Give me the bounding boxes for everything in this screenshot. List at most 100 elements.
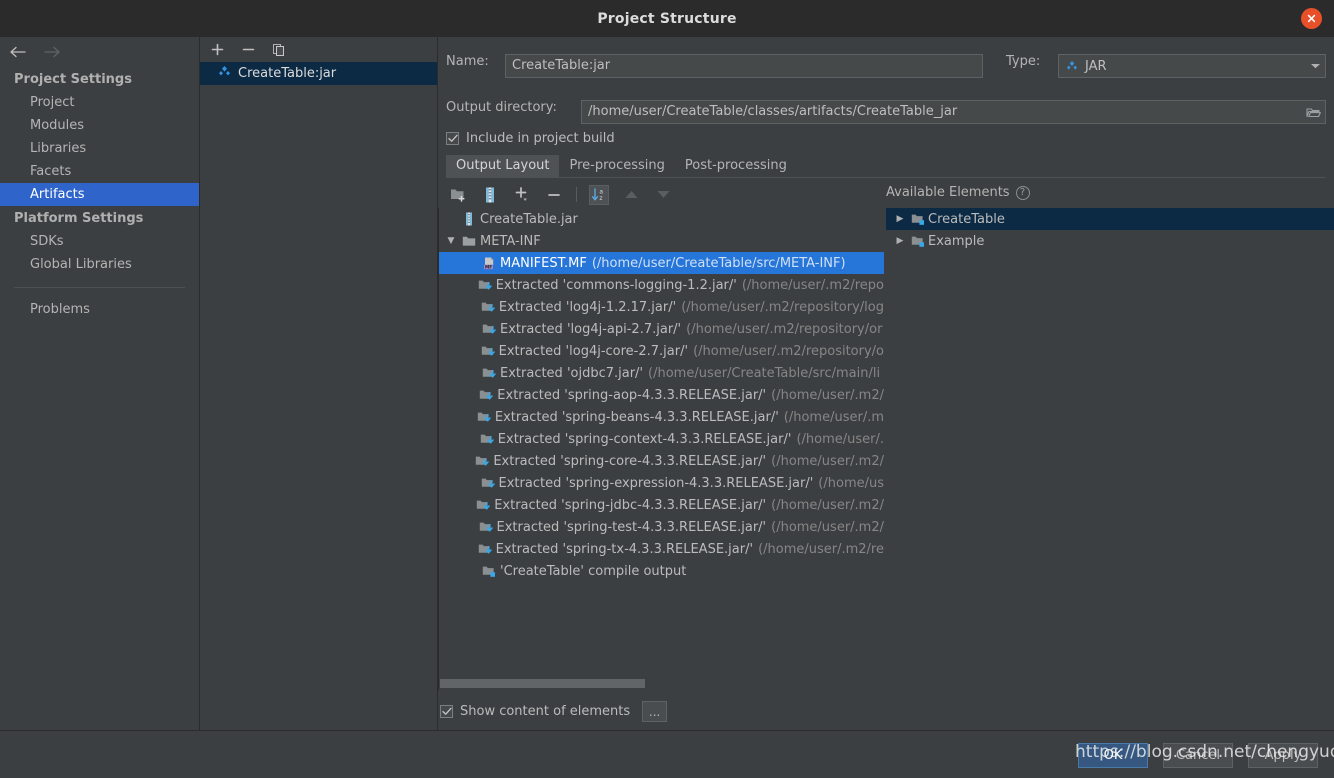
tree-row[interactable]: 'CreateTable' compile output: [439, 560, 884, 582]
plus-dropdown-icon[interactable]: [512, 185, 532, 205]
tree-row-label: 'CreateTable' compile output: [500, 563, 687, 579]
cancel-button[interactable]: Cancel: [1163, 743, 1233, 768]
tree-row[interactable]: Extracted 'spring-core-4.3.3.RELEASE.jar…: [439, 450, 884, 472]
available-element-row[interactable]: ▶ CreateTable: [886, 208, 1334, 230]
sidebar-item-problems[interactable]: Problems: [0, 298, 199, 321]
module-icon: [908, 212, 928, 226]
available-elements-tree[interactable]: ▶ CreateTable ▶ Example: [886, 208, 1334, 690]
minus-icon[interactable]: [544, 185, 564, 205]
minus-icon[interactable]: [239, 41, 257, 59]
artifacts-toolbar: [200, 37, 437, 62]
sidebar-item-artifacts[interactable]: Artifacts: [0, 183, 199, 206]
artifact-jar-icon: [218, 65, 231, 82]
name-input[interactable]: CreateTable:jar: [505, 54, 983, 78]
artifact-list-item-label: CreateTable:jar: [238, 66, 337, 81]
arrow-down-icon[interactable]: [653, 185, 673, 205]
extracted-icon: [477, 432, 497, 446]
sidebar-item-sdks[interactable]: SDKs: [0, 230, 199, 253]
navigation-arrows: [0, 37, 199, 67]
arrow-left-icon[interactable]: [8, 42, 28, 62]
chevron-down-icon: [1310, 62, 1321, 70]
tree-row-path: (/home/user/.m2/: [771, 497, 884, 513]
name-label: Name:: [446, 54, 489, 69]
tree-row[interactable]: Extracted 'spring-context-4.3.3.RELEASE.…: [439, 428, 884, 450]
tree-row[interactable]: Extracted 'spring-test-4.3.3.RELEASE.jar…: [439, 516, 884, 538]
tree-row[interactable]: CreateTable.jar: [439, 208, 884, 230]
chevron-right-icon[interactable]: ▶: [892, 236, 908, 246]
sidebar-item-global-libraries[interactable]: Global Libraries: [0, 253, 199, 276]
extracted-icon: [472, 454, 492, 468]
question-mark-icon[interactable]: ?: [1015, 185, 1030, 200]
folder-add-icon[interactable]: [448, 185, 468, 205]
ok-button[interactable]: OK: [1078, 743, 1148, 768]
extracted-icon: [473, 498, 493, 512]
plus-icon[interactable]: [208, 41, 226, 59]
tree-row-path: (/home/user/CreateTable/src/main/li: [648, 365, 881, 381]
tree-row-label: Extracted 'log4j-api-2.7.jar/': [500, 321, 682, 337]
archive-icon[interactable]: [480, 185, 500, 205]
more-options-button[interactable]: ...: [642, 701, 668, 722]
artifact-list-item[interactable]: CreateTable:jar: [200, 62, 437, 85]
tree-horizontal-scrollbar[interactable]: [440, 679, 884, 688]
chevron-down-icon[interactable]: ▼: [443, 236, 459, 246]
tree-row-path: (/home/user/.m2/repo: [741, 277, 884, 293]
available-elements-title: Available Elements: [886, 185, 1010, 200]
tree-row-path: (/home/user/.m2/: [771, 519, 884, 535]
type-select[interactable]: JAR: [1058, 54, 1326, 78]
tree-row[interactable]: ▼ META-INF: [439, 230, 884, 252]
tab-pre-processing[interactable]: Pre-processing: [559, 155, 674, 177]
compile-output-icon: [479, 564, 499, 578]
tree-row[interactable]: Extracted 'ojdbc7.jar/' (/home/user/Creat…: [439, 362, 884, 384]
tree-row-label: META-INF: [480, 233, 541, 249]
sidebar-item-libraries[interactable]: Libraries: [0, 137, 199, 160]
tree-row[interactable]: Extracted 'spring-beans-4.3.3.RELEASE.ja…: [439, 406, 884, 428]
extracted-icon: [479, 366, 499, 380]
apply-button[interactable]: Apply: [1248, 743, 1318, 768]
tab-output-layout[interactable]: Output Layout: [446, 155, 560, 177]
output-layout-tree[interactable]: CreateTable.jar ▼ META-INF MF MANIFEST.MF (/h…: [438, 208, 884, 690]
show-content-of-elements-label: Show content of elements: [460, 704, 631, 719]
available-element-row[interactable]: ▶ Example: [886, 230, 1334, 252]
tree-row[interactable]: Extracted 'log4j-api-2.7.jar/' (/home/use…: [439, 318, 884, 340]
tree-row[interactable]: Extracted 'commons-logging-1.2.jar/' (/ho…: [439, 274, 884, 296]
settings-sidebar: Project Settings Project Modules Librari…: [0, 37, 200, 730]
scrollbar-thumb[interactable]: [440, 679, 645, 688]
manifest-icon: MF: [479, 256, 499, 270]
title-bar: Project Structure: [0, 0, 1334, 37]
sidebar-item-facets[interactable]: Facets: [0, 160, 199, 183]
tree-row-path: (/home/user/.m2/re: [758, 541, 884, 557]
arrow-up-icon[interactable]: [621, 185, 641, 205]
show-content-row: Show content of elements ...: [440, 701, 668, 722]
copy-icon[interactable]: [270, 41, 288, 59]
sidebar-item-project[interactable]: Project: [0, 91, 199, 114]
available-element-label: CreateTable: [928, 211, 1005, 227]
module-icon: [908, 234, 928, 248]
window-title: Project Structure: [597, 10, 737, 27]
tree-row[interactable]: Extracted 'spring-aop-4.3.3.RELEASE.jar/…: [439, 384, 884, 406]
tree-row[interactable]: Extracted 'spring-expression-4.3.3.RELEA…: [439, 472, 884, 494]
type-select-value: JAR: [1085, 58, 1107, 74]
show-content-of-elements-checkbox[interactable]: Show content of elements: [440, 704, 630, 719]
close-icon[interactable]: [1301, 8, 1322, 29]
tree-row[interactable]: Extracted 'spring-tx-4.3.3.RELEASE.jar/'…: [439, 538, 884, 560]
arrow-right-icon[interactable]: [42, 42, 62, 62]
tab-post-processing[interactable]: Post-processing: [675, 155, 797, 177]
folder-open-icon[interactable]: [1304, 104, 1322, 120]
chevron-right-icon[interactable]: ▶: [892, 214, 908, 224]
tree-row-label: Extracted 'log4j-core-2.7.jar/': [498, 343, 689, 359]
available-elements-header: Available Elements ?: [886, 185, 1030, 200]
tree-row-path: (/home/user/.m2/repository/or: [686, 321, 883, 337]
tree-row[interactable]: Extracted 'log4j-1.2.17.jar/' (/home/user…: [439, 296, 884, 318]
tree-row[interactable]: MF MANIFEST.MF (/home/user/CreateTable/src…: [439, 252, 884, 274]
sort-az-icon[interactable]: a z: [589, 184, 609, 205]
tree-row[interactable]: Extracted 'spring-jdbc-4.3.3.RELEASE.jar…: [439, 494, 884, 516]
include-in-project-build-checkbox[interactable]: Include in project build: [446, 131, 615, 146]
sidebar-group-header-platform-settings: Platform Settings: [14, 211, 144, 226]
output-directory-input[interactable]: /home/user/CreateTable/classes/artifacts…: [581, 100, 1326, 124]
output-layout-toolbar: a z: [443, 182, 673, 207]
tree-row[interactable]: Extracted 'log4j-core-2.7.jar/' (/home/us…: [439, 340, 884, 362]
tab-underline: [446, 177, 1326, 178]
sidebar-item-modules[interactable]: Modules: [0, 114, 199, 137]
tree-row-path: (/home/user/.m2/: [771, 453, 884, 469]
tree-row-label: Extracted 'spring-context-4.3.3.RELEASE.…: [497, 431, 792, 447]
